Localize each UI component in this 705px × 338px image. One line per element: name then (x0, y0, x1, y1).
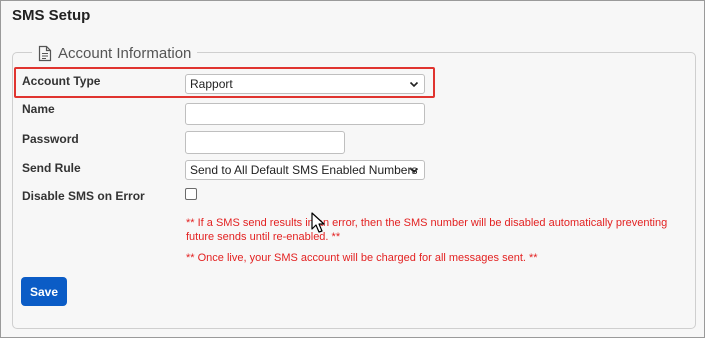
name-label: Name (22, 102, 55, 116)
mouse-cursor-icon (311, 212, 325, 233)
disable-sms-on-error-checkbox[interactable] (185, 188, 197, 200)
account-type-value: Rapport (190, 77, 233, 91)
document-icon (38, 45, 52, 61)
send-rule-value: Send to All Default SMS Enabled Numbers (190, 163, 418, 177)
fieldset-legend: Account Information (32, 43, 198, 63)
disable-sms-on-error-label: Disable SMS on Error (22, 189, 145, 203)
send-rule-select[interactable]: Send to All Default SMS Enabled Numbers (185, 160, 425, 180)
save-button[interactable]: Save (21, 277, 67, 306)
page-title: SMS Setup (12, 7, 91, 24)
chevron-down-icon (409, 81, 419, 88)
account-type-select[interactable]: Rapport (185, 74, 425, 94)
disable-on-error-note: ** If a SMS send results in an error, th… (186, 217, 668, 243)
password-label: Password (22, 132, 79, 146)
name-input[interactable] (185, 103, 425, 125)
send-rule-label: Send Rule (22, 161, 81, 175)
password-input[interactable] (185, 131, 345, 154)
charge-note: ** Once live, your SMS account will be c… (186, 252, 538, 264)
fieldset-legend-text: Account Information (58, 44, 192, 62)
chevron-down-icon (409, 167, 419, 174)
account-type-label: Account Type (22, 74, 101, 88)
